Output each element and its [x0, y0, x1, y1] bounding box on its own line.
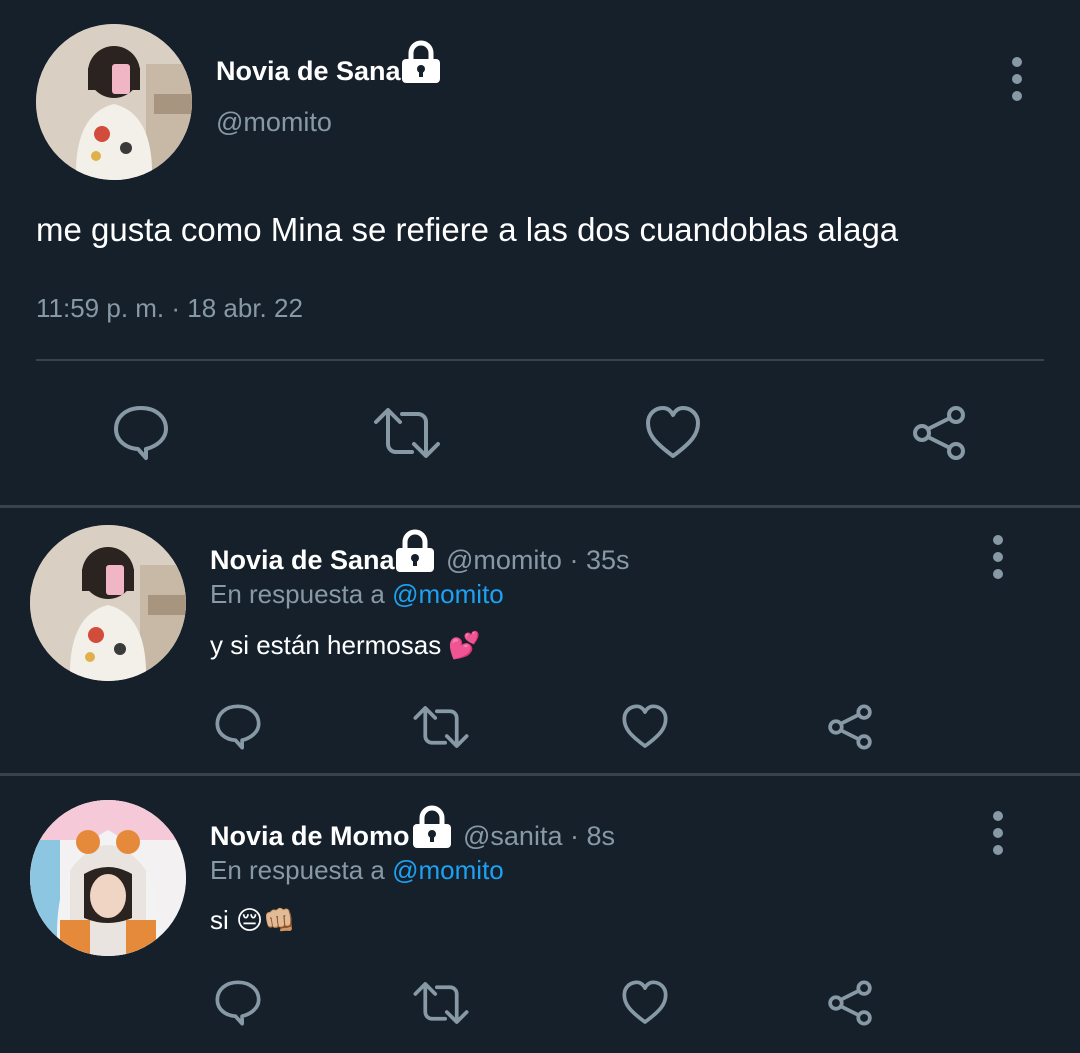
reply-icon[interactable]	[214, 703, 262, 756]
retweet-icon[interactable]	[372, 404, 442, 467]
more-vertical-icon[interactable]	[993, 535, 1003, 586]
lock-icon	[400, 40, 442, 89]
avatar[interactable]	[36, 24, 192, 180]
heart-icon[interactable]	[621, 703, 669, 756]
separator	[0, 773, 1080, 776]
display-name[interactable]: Novia de Sana	[210, 545, 395, 576]
share-icon[interactable]	[826, 979, 874, 1032]
handle[interactable]: @momito	[216, 107, 332, 138]
display-name[interactable]: Novia de Momo	[210, 821, 410, 852]
lock-icon	[411, 805, 453, 854]
reply-prefix: En respuesta a	[210, 579, 385, 609]
heart-icon[interactable]	[621, 979, 669, 1032]
display-name[interactable]: Novia de Sana	[216, 56, 401, 87]
tweet-age: · 8s	[569, 821, 615, 851]
share-icon[interactable]	[910, 404, 968, 467]
tweet-text: me gusta como Mina se refiere a las dos …	[36, 211, 899, 248]
divider	[36, 359, 1044, 361]
retweet-icon[interactable]	[412, 703, 470, 756]
reply-context: En respuesta a @momito	[210, 855, 504, 886]
retweet-icon[interactable]	[412, 979, 470, 1032]
lock-icon	[394, 529, 436, 578]
timestamp[interactable]: 11:59 p. m. · 18 abr. 22	[36, 293, 303, 324]
tweet-age: · 35s	[569, 545, 630, 575]
tweet-text: si 😔👊🏼	[210, 905, 296, 935]
more-vertical-icon[interactable]	[1012, 57, 1022, 108]
avatar[interactable]	[30, 800, 186, 956]
avatar[interactable]	[30, 525, 186, 681]
reply-context: En respuesta a @momito	[210, 579, 504, 610]
share-icon[interactable]	[826, 703, 874, 756]
reply-mention[interactable]: @momito	[392, 579, 504, 609]
handle-with-age[interactable]: @momito · 35s	[446, 545, 629, 576]
reply-icon[interactable]	[112, 404, 170, 467]
main-tweet: Novia de Sana @momito me gusta como Mina…	[0, 0, 1080, 506]
more-vertical-icon[interactable]	[993, 811, 1003, 862]
handle[interactable]: @sanita	[463, 821, 562, 851]
separator	[0, 505, 1080, 508]
reply-icon[interactable]	[214, 979, 262, 1032]
reply-mention[interactable]: @momito	[392, 855, 504, 885]
handle-with-age[interactable]: @sanita · 8s	[463, 821, 615, 852]
tweet-text: y si están hermosas 💕	[210, 630, 481, 660]
handle[interactable]: @momito	[446, 545, 562, 575]
heart-icon[interactable]	[644, 404, 702, 467]
reply-prefix: En respuesta a	[210, 855, 385, 885]
